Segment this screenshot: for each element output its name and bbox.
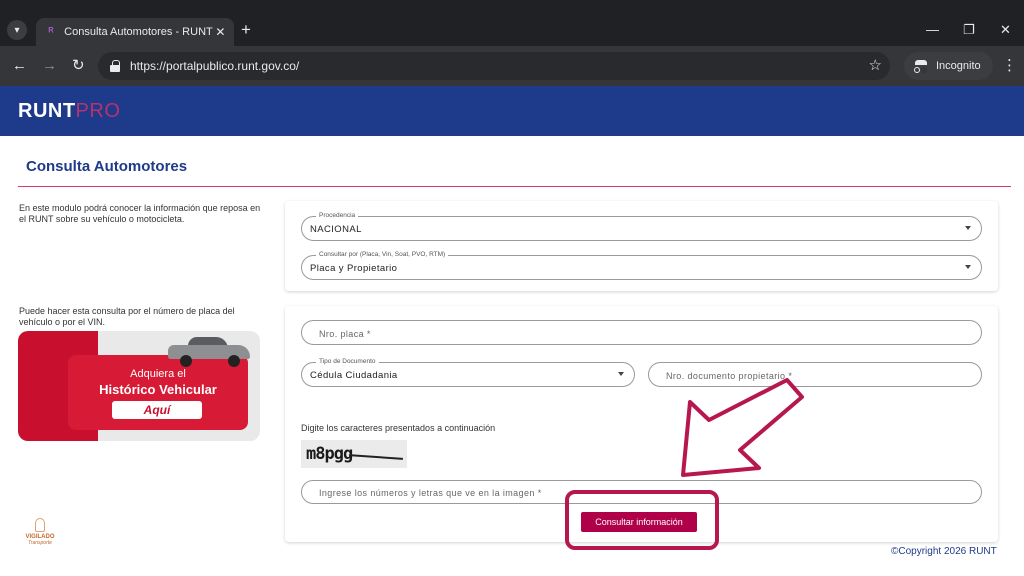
vigilado-sublabel: Transporte bbox=[28, 540, 52, 546]
browser-toolbar: ← → ↻ https://portalpublico.runt.gov.co/… bbox=[0, 46, 1024, 86]
tab-title: Consulta Automotores - RUNT bbox=[64, 26, 213, 38]
captcha-noise-line bbox=[349, 454, 403, 460]
chevron-down-icon[interactable] bbox=[965, 265, 971, 269]
plate-info-text: Puede hacer esta consulta por el número … bbox=[19, 306, 235, 327]
window-restore-icon[interactable]: ❐ bbox=[963, 20, 975, 40]
tipo-documento-label: Tipo de Documento bbox=[316, 358, 379, 365]
captcha-image: m8pgg bbox=[301, 440, 407, 468]
new-tab-icon[interactable]: + bbox=[241, 20, 251, 40]
logo-primary: RUNT bbox=[18, 100, 76, 122]
browser-menu-icon[interactable]: ⋮ bbox=[1002, 56, 1017, 76]
forward-arrow-icon[interactable]: → bbox=[42, 56, 57, 76]
back-arrow-icon[interactable]: ← bbox=[12, 56, 27, 76]
window-minimize-icon[interactable]: — bbox=[926, 20, 939, 40]
annotation-arrow-icon bbox=[681, 378, 804, 477]
lock-icon[interactable] bbox=[110, 60, 120, 72]
vigilado-icon bbox=[35, 518, 45, 532]
runt-favicon-icon: ᴿ bbox=[48, 26, 54, 38]
reload-icon[interactable]: ↻ bbox=[72, 56, 85, 76]
tab-search-chevron-icon[interactable]: ▾ bbox=[7, 20, 27, 40]
consultar-por-value: Placa y Propietario bbox=[310, 263, 398, 274]
tab-close-icon[interactable]: ✕ bbox=[213, 25, 228, 39]
window-close-icon[interactable]: ✕ bbox=[1000, 20, 1011, 40]
consultar-por-label: Consultar por (Placa, Vin, Soat, PVO, RT… bbox=[316, 251, 449, 258]
captcha-instructions: Digite los caracteres presentados a cont… bbox=[301, 423, 496, 433]
browser-tab-active[interactable]: ᴿ Consulta Automotores - RUNT ✕ bbox=[36, 18, 234, 46]
address-url[interactable]: https://portalpublico.runt.gov.co/ bbox=[130, 59, 299, 73]
procedencia-value: NACIONAL bbox=[310, 224, 362, 235]
car-icon bbox=[168, 335, 250, 367]
procedencia-select[interactable]: Procedencia NACIONAL bbox=[301, 212, 982, 241]
banner-line2: Histórico Vehicular bbox=[99, 382, 217, 397]
screenshot-root: ▾ ᴿ Consulta Automotores - RUNT ✕ + — ❐ … bbox=[0, 0, 1024, 576]
incognito-icon bbox=[914, 60, 928, 73]
incognito-label: Incognito bbox=[936, 60, 981, 72]
page-title: Consulta Automotores bbox=[26, 158, 188, 175]
runt-pro-logo[interactable]: RUNTPRO bbox=[18, 100, 120, 123]
intro-text: En este modulo podrá conocer la informac… bbox=[19, 203, 261, 224]
incognito-indicator[interactable]: Incognito bbox=[904, 52, 993, 80]
bookmark-star-icon[interactable]: ☆ bbox=[869, 56, 882, 74]
logo-secondary: PRO bbox=[75, 100, 121, 122]
placa-input[interactable]: Nro. placa * bbox=[301, 320, 982, 345]
site-header: RUNTPRO bbox=[0, 86, 1024, 136]
chevron-down-icon[interactable] bbox=[618, 372, 624, 376]
placa-placeholder: Nro. placa * bbox=[319, 329, 371, 339]
historico-vehicular-banner[interactable]: Adquiera el Histórico Vehicular Aquí bbox=[18, 331, 260, 441]
vigilado-transporte-logo: VIGILADO Transporte bbox=[18, 518, 62, 546]
chevron-down-icon[interactable] bbox=[965, 226, 971, 230]
address-bar[interactable]: https://portalpublico.runt.gov.co/ ☆ bbox=[98, 52, 890, 80]
consultar-por-select[interactable]: Consultar por (Placa, Vin, Soat, PVO, RT… bbox=[301, 251, 982, 280]
procedencia-label: Procedencia bbox=[316, 212, 359, 219]
tipo-documento-value: Cédula Ciudadania bbox=[310, 370, 398, 381]
browser-tab-strip: ▾ ᴿ Consulta Automotores - RUNT ✕ + — ❐ … bbox=[0, 0, 1024, 46]
tipo-documento-select[interactable]: Tipo de Documento Cédula Ciudadania bbox=[301, 358, 635, 387]
banner-line1: Adquiera el bbox=[130, 368, 186, 380]
title-divider bbox=[18, 186, 1011, 187]
captcha-text: m8pgg bbox=[306, 444, 353, 464]
banner-aqui-button[interactable]: Aquí bbox=[112, 401, 202, 419]
captcha-placeholder: Ingrese los números y letras que ve en l… bbox=[319, 488, 542, 498]
copyright-text: ©Copyright 2026 RUNT bbox=[891, 546, 997, 557]
